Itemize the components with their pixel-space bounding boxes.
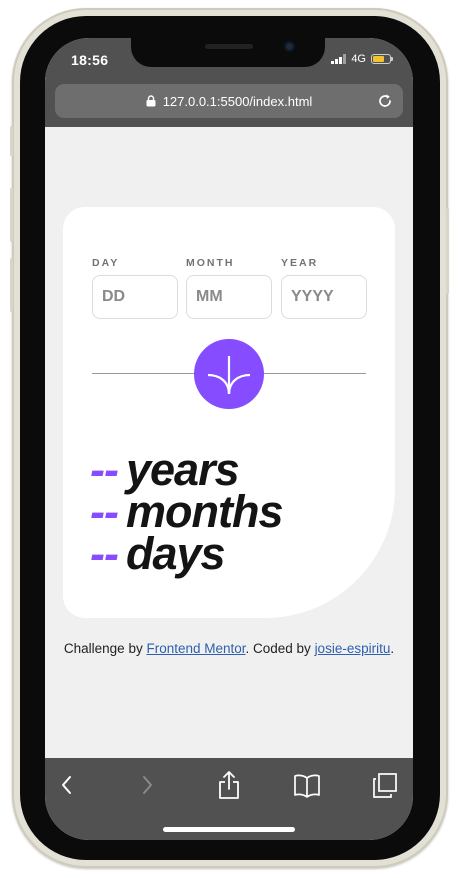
days-value: -- <box>90 528 119 579</box>
network-type: 4G <box>351 53 366 65</box>
tabs-icon[interactable] <box>371 770 399 800</box>
home-indicator <box>163 827 295 832</box>
volume-down-button <box>10 258 13 312</box>
back-icon[interactable] <box>59 770 73 800</box>
submit-button[interactable] <box>194 339 264 409</box>
bookmarks-icon[interactable] <box>293 770 321 800</box>
day-input[interactable] <box>92 275 178 319</box>
year-label: YEAR <box>281 257 319 269</box>
web-page: DAY MONTH YEAR --years <box>45 127 413 758</box>
battery-icon <box>371 54 393 64</box>
days-result: -- days <box>90 531 282 576</box>
front-camera <box>284 41 295 52</box>
status-indicators: 4G <box>331 53 393 65</box>
year-input[interactable] <box>281 275 367 319</box>
months-result: -- months <box>90 489 283 534</box>
share-icon[interactable] <box>217 770 241 800</box>
silent-switch <box>10 126 13 156</box>
status-time: 18:56 <box>71 52 109 68</box>
age-calculator-card: DAY MONTH YEAR --years <box>63 207 395 618</box>
address-bar[interactable]: 127.0.0.1:5500/index.html <box>55 84 403 118</box>
day-field: DAY <box>92 257 178 319</box>
notch <box>131 38 325 67</box>
attribution-prefix: Challenge by <box>63 641 147 656</box>
year-field: YEAR <box>281 257 367 319</box>
day-label: DAY <box>92 257 120 269</box>
browser-toolbar <box>45 758 413 840</box>
arrow-down-icon <box>207 356 251 395</box>
results: -- years -- months -- days <box>90 447 283 576</box>
forward-icon[interactable] <box>141 770 155 800</box>
reload-icon[interactable] <box>377 93 393 109</box>
years-result: -- years <box>90 447 282 492</box>
phone-screen: 18:56 4G 127.0.0.1:5500/index.html DAY D… <box>45 38 413 840</box>
browser-address-area: 127.0.0.1:5500/index.html <box>45 82 413 127</box>
speaker <box>205 44 253 49</box>
month-input[interactable] <box>186 275 272 319</box>
month-field: MONTH <box>186 257 272 319</box>
signal-icon <box>331 54 347 64</box>
attribution-middle: . Coded by <box>245 641 315 656</box>
frontend-mentor-link[interactable]: Frontend Mentor <box>146 641 245 656</box>
power-button <box>446 208 449 294</box>
lock-icon <box>146 95 156 107</box>
attribution-suffix: . <box>390 641 395 656</box>
month-label: MONTH <box>186 257 235 269</box>
attribution-footer: Challenge by Frontend Mentor. Coded by j… <box>45 639 413 659</box>
days-unit: days <box>125 528 226 579</box>
author-link[interactable]: josie-espiritu <box>315 641 391 656</box>
volume-up-button <box>10 188 13 242</box>
url-text: 127.0.0.1:5500/index.html <box>162 93 313 109</box>
